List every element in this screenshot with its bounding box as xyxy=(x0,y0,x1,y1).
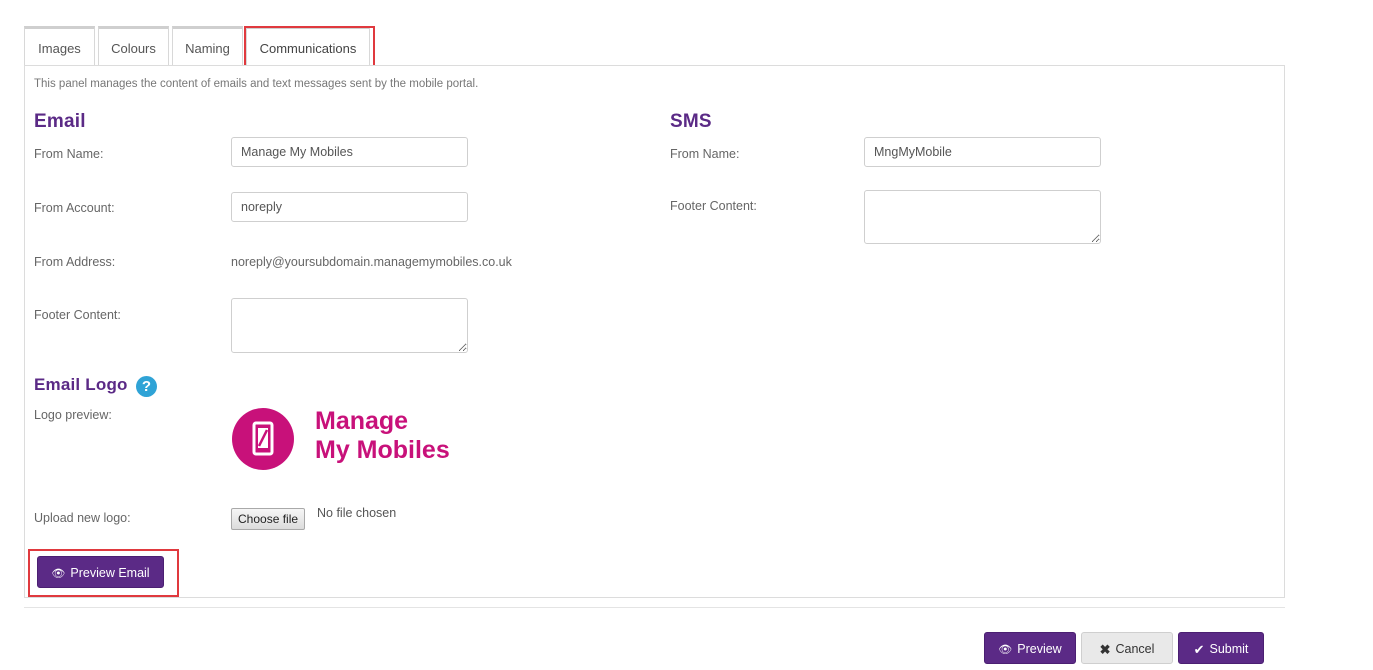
mobile-phone-icon xyxy=(252,421,274,456)
preview-button[interactable]: 👁 Preview xyxy=(984,632,1076,664)
manage-my-mobiles-logo: Manage My Mobiles xyxy=(232,404,472,474)
footer-divider xyxy=(24,607,1285,608)
checkmark-icon: ✔ xyxy=(1193,641,1205,657)
tab-colours[interactable]: Colours xyxy=(98,26,169,65)
cancel-label: Cancel xyxy=(1115,642,1155,656)
close-icon: ✖ xyxy=(1099,641,1111,657)
logo-circle xyxy=(232,408,294,470)
tab-naming[interactable]: Naming xyxy=(172,26,243,65)
no-file-chosen-text: No file chosen xyxy=(317,506,397,520)
submit-button[interactable]: ✔ Submit xyxy=(1178,632,1264,664)
sms-from-name-input[interactable] xyxy=(864,137,1101,167)
sms-from-name-label: From Name: xyxy=(670,147,740,161)
cancel-button[interactable]: ✖ Cancel xyxy=(1081,632,1173,664)
communications-panel: This panel manages the content of emails… xyxy=(24,65,1285,598)
logo-text-line1: Manage xyxy=(315,407,409,435)
email-from-address-value: noreply@yoursubdomain.managemymobiles.co… xyxy=(231,255,512,269)
preview-label: Preview xyxy=(1017,642,1062,656)
choose-file-button[interactable]: Choose file xyxy=(231,508,306,530)
email-logo-title: Email Logo xyxy=(34,375,128,394)
eye-icon: 👁 xyxy=(51,567,66,580)
sms-footer-textarea[interactable] xyxy=(864,190,1101,244)
panel-description: This panel manages the content of emails… xyxy=(34,78,479,90)
email-from-account-input[interactable] xyxy=(231,192,468,222)
eye-icon: 👁 xyxy=(998,643,1013,656)
email-from-name-input[interactable] xyxy=(231,137,468,167)
preview-email-label: Preview Email xyxy=(70,566,150,580)
email-footer-label: Footer Content: xyxy=(34,308,121,322)
email-from-account-label-text: From Account: xyxy=(34,201,115,215)
submit-label: Submit xyxy=(1209,642,1249,656)
email-from-name-label: From Name: xyxy=(34,147,104,161)
email-section-title: Email xyxy=(34,111,86,132)
sms-section-title: SMS xyxy=(670,111,712,132)
email-from-account-label: From Account: xyxy=(34,201,115,215)
logo-text-line2: My Mobiles xyxy=(315,436,450,464)
email-footer-textarea[interactable] xyxy=(231,298,468,353)
sms-footer-label: Footer Content: xyxy=(670,199,757,213)
tab-communications[interactable]: Communications xyxy=(246,26,370,65)
logo-preview-label: Logo preview: xyxy=(34,408,112,422)
preview-email-button[interactable]: 👁 Preview Email xyxy=(37,556,164,588)
question-circle-icon[interactable]: ? xyxy=(136,376,157,397)
tab-images[interactable]: Images xyxy=(24,26,95,65)
upload-logo-label: Upload new logo: xyxy=(34,511,131,525)
email-from-address-label: From Address: xyxy=(34,255,116,269)
